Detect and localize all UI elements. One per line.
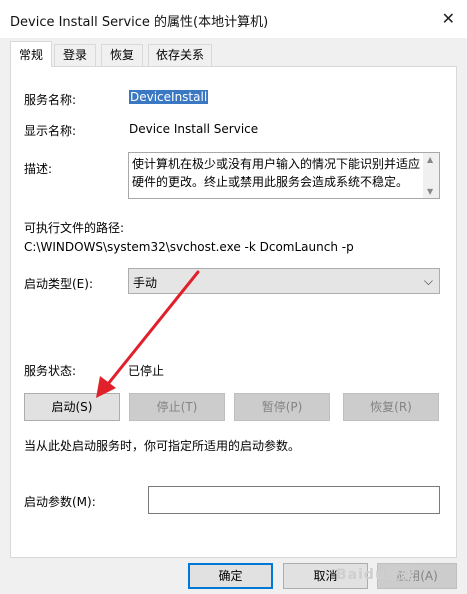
display-name-value[interactable]: Device Install Service	[129, 122, 258, 136]
service-status-value: 已停止	[128, 364, 165, 378]
service-name-value[interactable]: DeviceInstall	[129, 90, 209, 104]
pause-button[interactable]: 暂停(P)	[234, 393, 330, 421]
baidu-watermark: Baidu经验	[336, 567, 416, 583]
startup-type-value: 手动	[133, 276, 158, 290]
title-bar: Device Install Service 的属性(本地计算机) ✕	[0, 0, 467, 38]
start-params-label: 启动参数(M):	[24, 495, 96, 509]
tab-general[interactable]: 常规	[10, 41, 52, 67]
scroll-up-icon[interactable]: ▲	[427, 155, 433, 164]
description-text: 使计算机在极少或没有用户输入的情况下能识别并适应硬件的更改。终止或禁用此服务会造…	[132, 157, 421, 189]
tab-dependencies[interactable]: 依存关系	[148, 44, 212, 66]
startup-type-label: 启动类型(E):	[24, 277, 93, 291]
scroll-down-icon[interactable]: ▼	[427, 187, 433, 196]
ok-button[interactable]: 确定	[188, 563, 273, 589]
exe-path-value[interactable]: C:\WINDOWS\system32\svchost.exe -k DcomL…	[24, 240, 354, 254]
service-name-label: 服务名称:	[24, 93, 77, 107]
window-title: Device Install Service 的属性(本地计算机)	[10, 15, 269, 30]
service-name-text: DeviceInstall	[129, 90, 209, 104]
close-icon[interactable]: ✕	[442, 9, 455, 28]
description-label: 描述:	[24, 162, 53, 176]
start-params-input[interactable]	[148, 486, 440, 514]
tab-recovery[interactable]: 恢复	[101, 44, 143, 66]
chevron-down-icon: ⌵	[423, 274, 433, 288]
startup-type-select[interactable]: 手动 ⌵	[128, 268, 440, 294]
start-button[interactable]: 启动(S)	[24, 393, 120, 421]
description-scrollbar[interactable]: ▲ ▼	[423, 153, 439, 198]
tab-logon[interactable]: 登录	[54, 44, 96, 66]
stop-button[interactable]: 停止(T)	[129, 393, 225, 421]
service-status-label: 服务状态:	[24, 364, 77, 378]
resume-button[interactable]: 恢复(R)	[343, 393, 439, 421]
display-name-label: 显示名称:	[24, 124, 77, 138]
exe-path-label: 可执行文件的路径:	[24, 221, 125, 235]
start-hint-text: 当从此处启动服务时，你可指定所适用的启动参数。	[24, 439, 301, 453]
description-box[interactable]: 使计算机在极少或没有用户输入的情况下能识别并适应硬件的更改。终止或禁用此服务会造…	[128, 152, 440, 199]
general-panel	[10, 66, 457, 558]
